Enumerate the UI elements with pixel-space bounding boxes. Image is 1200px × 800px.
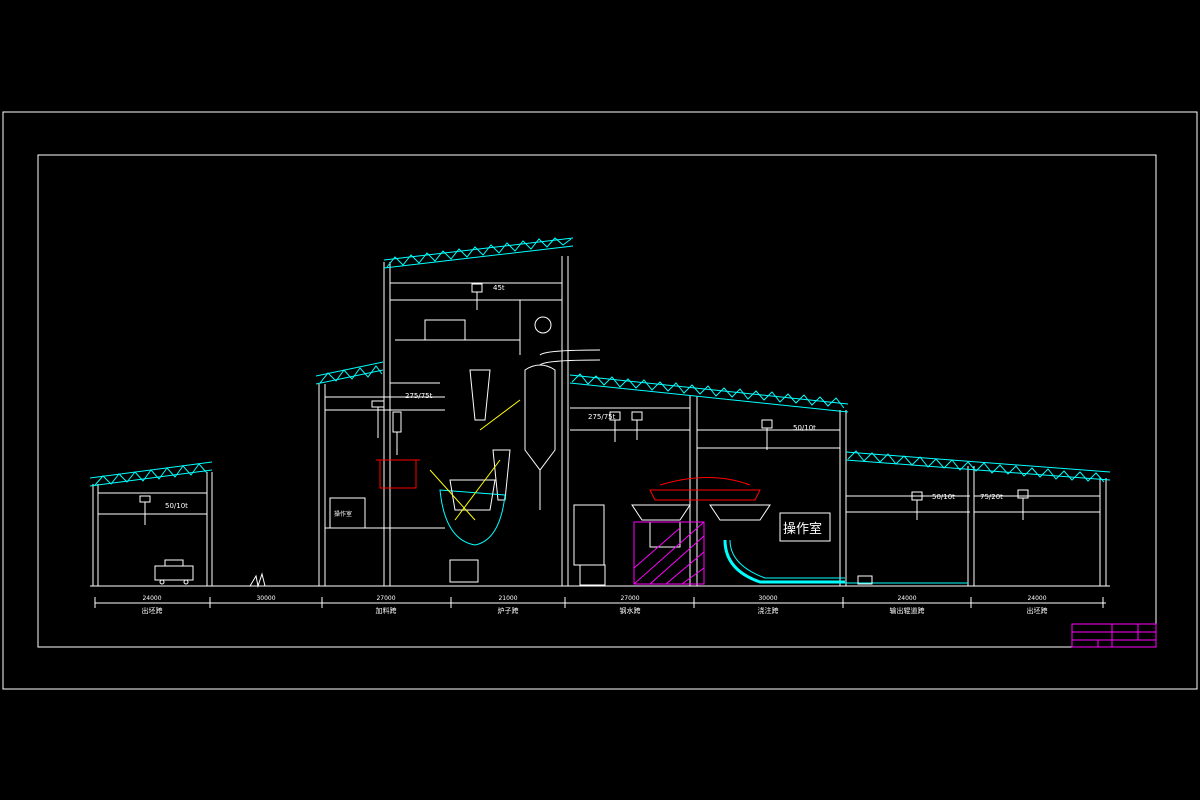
- bay-span: 27000: [620, 595, 639, 602]
- crane-label: 275/75t: [588, 413, 616, 421]
- crane-label: 50/10t: [793, 424, 816, 432]
- bay-name: 出坯跨: [142, 606, 163, 615]
- operator-room-small-label: 操作室: [334, 510, 352, 518]
- inner-drawing-frame: [37, 154, 1157, 648]
- bay-span: 30000: [758, 595, 777, 602]
- break-symbol: [249, 572, 266, 588]
- bay-span: 24000: [142, 595, 161, 602]
- overhead-cranes: [139, 283, 1029, 525]
- bay-name-labels: 出坯跨 加料跨 炉子跨 钢水跨 浇注跨 输出辊道跨 出坯跨: [142, 606, 1048, 615]
- bay-span: 24000: [897, 595, 916, 602]
- bay-name: 出坯跨: [1027, 606, 1048, 615]
- crane-label: 75/20t: [980, 493, 1003, 501]
- crane-label: 50/10t: [932, 493, 955, 501]
- bay-name: 钢水跨: [620, 606, 641, 615]
- dimension-line: [94, 597, 1106, 608]
- crane-capacity-labels: 50/10t 275/75t 45t 275/75t 50/10t 50/10t…: [165, 284, 1003, 510]
- cad-drawing-canvas: 50/10t 275/75t 45t 275/75t 50/10t 50/10t…: [2, 111, 1198, 690]
- roof-trusses: [89, 237, 1111, 487]
- bay-name: 加料跨: [376, 606, 397, 615]
- crane-label: 275/75t: [405, 392, 433, 400]
- furnace-equipment: [376, 316, 606, 586]
- bay-span: 30000: [256, 595, 275, 602]
- bay-span-labels: 24000 30000 27000 21000 27000 30000 2400…: [142, 595, 1046, 602]
- bay-name: 输出辊道跨: [890, 606, 925, 615]
- crane-label: 50/10t: [165, 502, 188, 510]
- ground-trucks: [154, 559, 194, 585]
- crane-label: 45t: [493, 284, 505, 292]
- outer-drawing-frame: [2, 111, 1198, 690]
- bay-name: 浇注跨: [758, 606, 779, 615]
- building-structure: [92, 256, 1107, 586]
- bay-span: 24000: [1027, 595, 1046, 602]
- operator-room-label: 操作室: [783, 521, 822, 537]
- bay-span: 21000: [498, 595, 517, 602]
- bay-name: 炉子跨: [498, 606, 519, 615]
- bay-span: 27000: [376, 595, 395, 602]
- title-block: [1071, 623, 1157, 648]
